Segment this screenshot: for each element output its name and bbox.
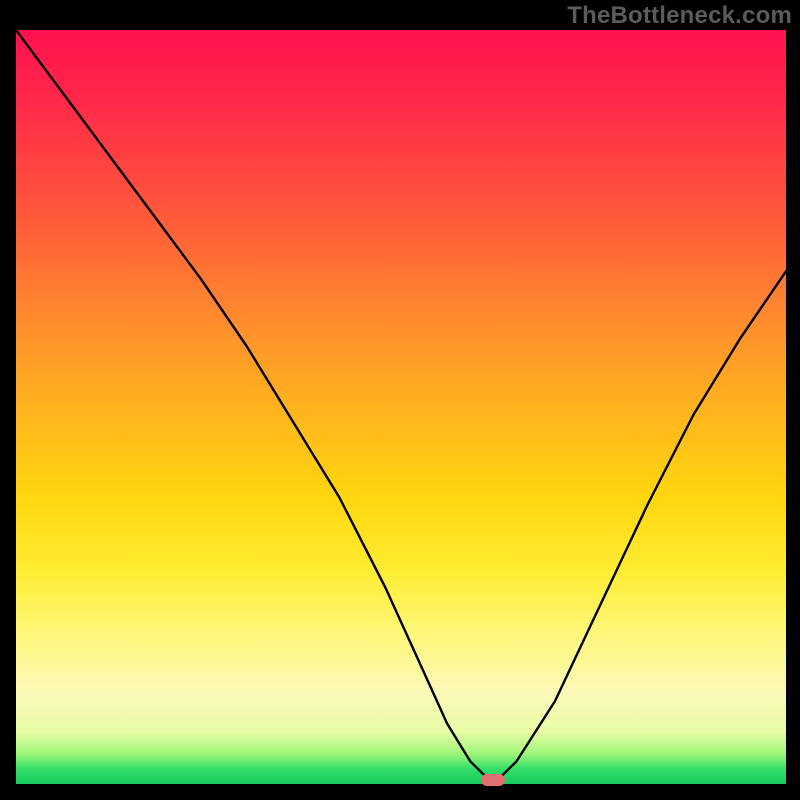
curve-layer [16, 30, 786, 784]
watermark-text: TheBottleneck.com [567, 2, 792, 30]
bottleneck-curve [16, 30, 786, 777]
chart-container: TheBottleneck.com [0, 0, 800, 800]
optimum-marker [481, 774, 505, 786]
plot-area [16, 30, 786, 784]
